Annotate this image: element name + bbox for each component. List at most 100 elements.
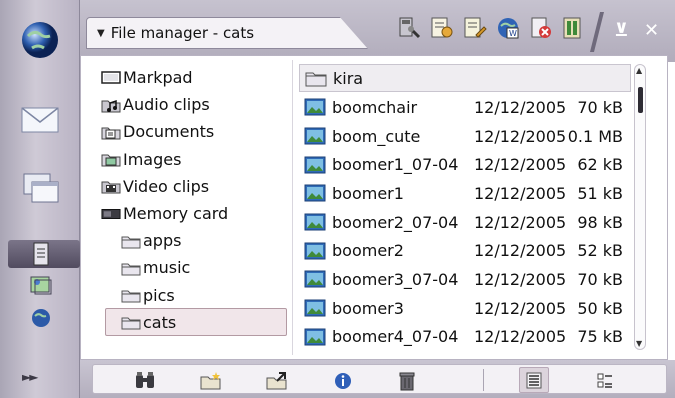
- window-title: File manager - cats: [110, 24, 255, 42]
- close-button[interactable]: ✕: [644, 20, 659, 41]
- images-folder-icon: [101, 151, 121, 167]
- menu-arrow-icon: ▼: [97, 27, 105, 39]
- file-size: 75 kB: [577, 327, 623, 347]
- title-toolbar: W: [396, 14, 587, 42]
- file-manager-icon[interactable]: [26, 241, 56, 267]
- tree-item-pics[interactable]: pics: [101, 282, 291, 309]
- task-bar: ►►: [0, 0, 80, 398]
- tree-item-label: apps: [143, 231, 182, 251]
- image-file-icon: [304, 184, 326, 202]
- tree-item-video-clips[interactable]: Video clips: [101, 173, 291, 200]
- tree-item-label: Video clips: [123, 176, 210, 196]
- image-file-icon: [304, 270, 326, 288]
- windows-icon[interactable]: [14, 162, 66, 214]
- picture-icon[interactable]: [26, 272, 56, 298]
- tree-item-label: Audio clips: [123, 95, 210, 115]
- file-row[interactable]: boomchair 12/12/2005 70 kB: [299, 93, 631, 122]
- detail-view-icon[interactable]: [593, 370, 617, 392]
- tree-item-label: Markpad: [123, 68, 193, 88]
- file-size: 62 kB: [577, 155, 623, 175]
- pane-divider[interactable]: [292, 60, 293, 355]
- file-date: 12/12/2005: [474, 183, 567, 203]
- web-icon[interactable]: W: [495, 14, 521, 42]
- file-manager-panel: Markpad Audio clips Documents Images Video c…: [80, 55, 668, 360]
- image-file-icon: [304, 328, 326, 346]
- svg-text:W: W: [509, 29, 517, 38]
- tree-item-label: Images: [123, 149, 182, 169]
- image-file-icon: [304, 242, 326, 260]
- image-file-icon: [304, 127, 326, 145]
- details-icon[interactable]: [429, 14, 455, 42]
- tree-item-apps[interactable]: apps: [101, 227, 291, 254]
- find-icon[interactable]: [133, 370, 157, 392]
- scroll-thumb[interactable]: [638, 87, 643, 113]
- file-date: 12/12/2005: [474, 327, 567, 347]
- file-row[interactable]: boomer2_07-04 12/12/2005 98 kB: [299, 208, 631, 237]
- file-date: 12/12/2005: [474, 212, 567, 232]
- scroll-down-arrow[interactable]: ▼: [636, 339, 642, 348]
- toolbar-separator: [590, 12, 604, 52]
- file-date: 12/12/2005: [474, 155, 567, 175]
- file-row[interactable]: boomer1_07-04 12/12/2005 62 kB: [299, 150, 631, 179]
- file-name: boomchair: [332, 97, 418, 117]
- tree-item-label: Memory card: [123, 204, 229, 224]
- command-separator: [483, 369, 484, 391]
- minimize-button[interactable]: ⊻: [614, 20, 629, 41]
- file-row[interactable]: kira: [299, 64, 631, 92]
- file-list-scrollbar[interactable]: ▲ ▼: [634, 64, 646, 350]
- file-size: 50 kB: [577, 298, 623, 318]
- info-icon[interactable]: [331, 370, 355, 392]
- globe-small-icon[interactable]: [26, 305, 56, 331]
- file-size: 98 kB: [577, 212, 623, 232]
- file-row[interactable]: boomer1 12/12/2005 51 kB: [299, 179, 631, 208]
- file-name: boomer1: [332, 183, 404, 203]
- tree-item-images[interactable]: Images: [101, 146, 291, 173]
- file-row[interactable]: boom_cute 12/12/2005 0.1 MB: [299, 122, 631, 151]
- file-row[interactable]: boomer4_07-04 12/12/2005 75 kB: [299, 323, 631, 352]
- tree-item-music[interactable]: music: [101, 254, 291, 281]
- file-name: boomer1_07-04: [332, 155, 459, 175]
- file-row[interactable]: boomer3 12/12/2005 50 kB: [299, 294, 631, 323]
- uninstall-icon[interactable]: [528, 14, 554, 42]
- disk-tools-icon[interactable]: [396, 14, 422, 42]
- tree-item-label: pics: [143, 285, 175, 305]
- audio-folder-icon: [101, 97, 121, 113]
- edit-icon[interactable]: [462, 14, 488, 42]
- tree-item-label: cats: [143, 312, 177, 332]
- image-file-icon: [304, 213, 326, 231]
- file-row[interactable]: boomer3_07-04 12/12/2005 70 kB: [299, 265, 631, 294]
- command-bar: [80, 360, 675, 398]
- tree-item-markpad[interactable]: Markpad: [101, 64, 291, 91]
- folder-icon: [121, 314, 141, 330]
- file-size: 51 kB: [577, 183, 623, 203]
- file-size: 70 kB: [577, 97, 623, 117]
- tree-item-documents[interactable]: Documents: [101, 118, 291, 145]
- folder-icon: [121, 260, 141, 276]
- device-icon: [101, 70, 121, 86]
- file-date: 12/12/2005: [474, 269, 567, 289]
- new-folder-icon[interactable]: [199, 370, 223, 392]
- folder-icon: [121, 233, 141, 249]
- more-apps-button[interactable]: ►►: [22, 370, 39, 384]
- install-icon[interactable]: [561, 14, 587, 42]
- folder-icon: [121, 287, 141, 303]
- video-folder-icon: [101, 178, 121, 194]
- tree-item-cats[interactable]: cats: [101, 309, 291, 336]
- app-menu-tab[interactable]: ▼ File manager - cats: [86, 17, 368, 49]
- move-icon[interactable]: [265, 370, 289, 392]
- tree-item-label: music: [143, 258, 191, 278]
- tree-item-memory-card[interactable]: Memory card: [101, 200, 291, 227]
- folder-tree: Markpad Audio clips Documents Images Video c…: [101, 64, 291, 336]
- globe-icon[interactable]: [14, 14, 66, 66]
- delete-icon[interactable]: [395, 370, 419, 392]
- list-view-icon[interactable]: [519, 367, 549, 393]
- mail-icon[interactable]: [14, 94, 66, 146]
- file-name: kira: [333, 68, 364, 88]
- image-file-icon: [304, 299, 326, 317]
- file-date: 12/12/2005: [474, 241, 567, 261]
- file-list: kira boomchair 12/12/2005 70 kB boom_cute 12/…: [299, 64, 631, 351]
- file-row[interactable]: boomer2 12/12/2005 52 kB: [299, 236, 631, 265]
- scroll-up-arrow[interactable]: ▲: [636, 66, 642, 75]
- tree-item-audio-clips[interactable]: Audio clips: [101, 91, 291, 118]
- file-size: 0.1 MB: [567, 126, 623, 146]
